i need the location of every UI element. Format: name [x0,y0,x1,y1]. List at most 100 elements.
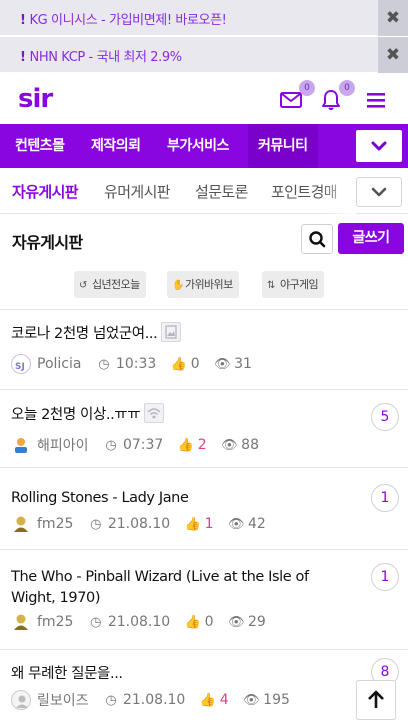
post-views: 31 [234,356,252,372]
thumbs-up-icon: 👍 [199,692,216,708]
chip-ten-years-ago[interactable]: ↺ 십년전오늘 [74,271,146,298]
avatar[interactable] [11,435,31,455]
post-views: 29 [248,614,266,630]
ad-text[interactable]: ! NHN KCP - 국내 최저 2.9% [20,46,182,65]
list-item[interactable]: Rolling Stones - Lady Jane fm25 ◷ 21.08.1… [0,468,408,550]
clock-icon: ◷ [105,692,117,708]
site-header: sir 0 0 [0,74,408,124]
post-author[interactable]: 릴보이즈 [37,690,89,710]
post-author[interactable]: fm25 [37,516,73,532]
nav-item-request[interactable]: 제작의뢰 [91,124,141,168]
post-title[interactable]: 오늘 2천명 이상..ㅠㅠ [11,403,346,426]
avatar[interactable] [11,690,31,710]
eye-icon: 👁 [228,516,245,532]
list-item[interactable]: The Who - Pinball Wizard (Live at the Is… [0,550,408,650]
image-icon [161,322,182,342]
sub-nav: 자유게시판 유머게시판 설문토론 포인트경매 [0,168,408,214]
bell-icon[interactable]: 0 [319,80,355,112]
post-meta: 릴보이즈 ◷ 21.08.10 👍 4 👁 195 [11,690,290,710]
clock-icon: ◷ [105,437,117,453]
avatar[interactable] [11,612,31,632]
svg-text:SJ: SJ [15,362,25,372]
list-item[interactable]: 오늘 2천명 이상..ㅠㅠ 해피아이 ◷ 07:37 👍 2 👁 88 5 [0,390,408,468]
sort-icon: ⇅ [267,280,275,291]
arrow-up-icon [368,690,384,708]
post-time: 21.08.10 [107,614,171,630]
ad-text[interactable]: ! KG 이니시스 - 가입비면제! 바로오픈! [20,9,227,28]
wifi-icon [144,403,165,423]
mail-badge: 0 [299,80,315,96]
post-meta: SJ Policia ◷ 10:33 👍 0 👁 31 [11,354,252,374]
scroll-top-button[interactable] [356,680,396,720]
post-views: 88 [241,437,259,453]
bell-badge: 0 [339,80,355,96]
write-button[interactable]: 글쓰기 [338,223,404,254]
post-likes: 0 [190,356,200,372]
eye-icon: 👁 [243,692,260,708]
history-icon: ↺ [79,280,87,291]
thumbs-up-icon: 👍 [177,437,194,453]
clock-icon: ◷ [90,516,102,532]
close-icon[interactable]: ✖ [378,0,408,36]
post-title[interactable]: 코로나 2천명 넘었군여... [11,322,346,345]
logo[interactable]: sir [18,84,53,114]
thumbs-up-icon: 👍 [170,356,187,372]
close-icon[interactable]: ✖ [378,37,408,73]
comment-count[interactable]: 1 [371,563,399,591]
post-time: 21.08.10 [122,692,186,708]
list-item[interactable]: 왜 무례한 질문을... 릴보이즈 ◷ 21.08.10 👍 4 👁 195 8 [0,650,408,728]
tab-humor-board[interactable]: 유머게시판 [104,181,171,202]
menu-icon[interactable] [365,88,389,112]
ad-banner-1[interactable]: ! KG 이니시스 - 가입비면제! 바로오픈! ✖ [0,0,408,36]
comment-count[interactable]: 1 [371,484,399,512]
nav-item-community[interactable]: 커뮤니티 [248,124,318,168]
post-author[interactable]: Policia [37,356,81,372]
post-time: 10:33 [115,356,157,372]
clock-icon: ◷ [90,614,102,630]
post-title[interactable]: 왜 무례한 질문을... [11,664,346,685]
hand-icon: ✋ [172,280,184,291]
comment-count[interactable]: 5 [371,403,399,431]
post-meta: fm25 ◷ 21.08.10 👍 0 👁 29 [11,612,266,632]
post-views: 195 [263,692,290,708]
tab-free-board[interactable]: 자유게시판 [12,181,79,202]
page-title: 자유게시판 [12,233,83,252]
ad-banner-2[interactable]: ! NHN KCP - 국내 최저 2.9% ✖ [0,37,408,73]
post-likes: 0 [204,614,214,630]
post-likes: 2 [197,437,207,453]
post-author[interactable]: fm25 [37,614,73,630]
eye-icon: 👁 [221,437,238,453]
post-time: 21.08.10 [107,516,171,532]
thumbs-up-icon: 👍 [184,516,201,532]
post-views: 42 [248,516,266,532]
post-likes: 1 [204,516,214,532]
eye-icon: 👁 [214,356,231,372]
post-author[interactable]: 해피아이 [37,435,89,455]
search-icon [309,231,326,248]
chip-baseball-game[interactable]: ⇅ 야구게임 [262,271,325,298]
post-meta: 해피아이 ◷ 07:37 👍 2 👁 88 [11,435,259,455]
chevron-down-icon [371,141,387,151]
avatar[interactable]: SJ [11,354,31,374]
post-likes: 4 [219,692,229,708]
chip-rock-paper-scissors[interactable]: ✋가위바위보 [167,271,239,298]
main-nav: 컨텐츠몰 제작의뢰 부가서비스 커뮤니티 [0,124,408,168]
post-meta: fm25 ◷ 21.08.10 👍 1 👁 42 [11,514,266,534]
post-time: 07:37 [122,437,164,453]
search-button[interactable] [301,224,333,254]
eye-icon: 👁 [228,614,245,630]
subnav-fade [320,168,356,214]
list-item[interactable]: 코로나 2천명 넘었군여... SJ Policia ◷ 10:33 👍 0 👁 31 [0,310,408,390]
post-title[interactable]: Rolling Stones - Lady Jane [11,488,346,509]
thumbs-up-icon: 👍 [184,614,201,630]
mail-icon[interactable]: 0 [279,80,315,112]
nav-more-button[interactable] [356,130,402,162]
post-title[interactable]: The Who - Pinball Wizard (Live at the Is… [11,567,346,609]
chevron-down-icon [371,187,387,197]
clock-icon: ◷ [98,356,110,372]
subnav-more-button[interactable] [356,177,402,207]
nav-item-contents-mall[interactable]: 컨텐츠몰 [15,124,65,168]
tab-poll[interactable]: 설문토론 [195,181,248,202]
nav-item-services[interactable]: 부가서비스 [167,124,229,168]
avatar[interactable] [11,514,31,534]
